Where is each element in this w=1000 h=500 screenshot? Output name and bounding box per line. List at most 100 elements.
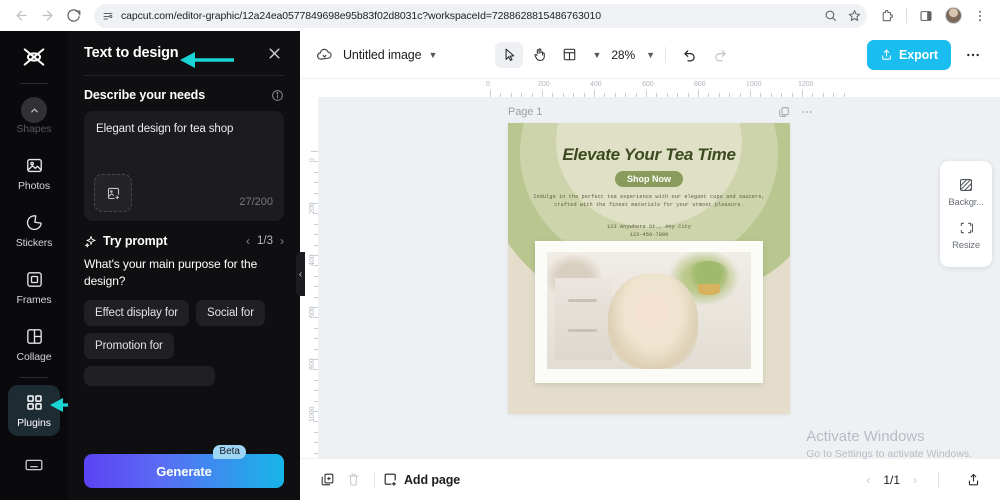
forward-arrow-icon[interactable] [34, 3, 60, 29]
ruler-tick-label: 400 [590, 81, 602, 88]
layout-grid-icon[interactable] [555, 42, 583, 68]
chevron-right-icon[interactable]: › [280, 234, 284, 248]
collage-icon [24, 326, 45, 347]
close-icon[interactable] [264, 43, 284, 63]
star-icon[interactable] [848, 9, 861, 22]
chevron-down-icon[interactable]: ▼ [429, 50, 438, 60]
keyboard-shortcuts-button[interactable] [8, 439, 60, 490]
ruler-tick [562, 93, 564, 97]
browser-actions [873, 4, 992, 28]
design-body-text[interactable]: Indulge in the perfect tea experience wi… [528, 193, 770, 209]
ruler-tick [311, 151, 318, 152]
ruler-tick [314, 390, 318, 392]
prompt-chip-partial[interactable] [84, 366, 215, 387]
cloud-save-icon[interactable] [314, 45, 334, 65]
redo-icon[interactable] [706, 42, 734, 68]
chevron-down-icon[interactable]: ▼ [646, 50, 655, 60]
page-label[interactable]: Page 1 [508, 106, 542, 118]
chevron-left-icon[interactable]: ‹ [866, 473, 870, 487]
prompt-chip[interactable]: Effect display for [84, 300, 190, 327]
hand-icon[interactable] [525, 42, 553, 68]
three-dot-menu-icon[interactable] [968, 4, 992, 28]
page-indicator: 1/1 [883, 472, 900, 487]
generate-area: Beta Generate [84, 445, 284, 488]
sidebar-item-plugins[interactable]: Plugins [8, 384, 60, 436]
design-contact[interactable]: 123 Anywhere St., Any City 123-456-7890 [508, 223, 790, 239]
background-icon [958, 177, 974, 193]
ruler-tick [604, 93, 606, 97]
prompt-chip[interactable]: Promotion for [84, 333, 174, 360]
trash-icon[interactable] [340, 467, 366, 493]
capcut-logo[interactable] [17, 41, 51, 73]
ruler-tick [729, 93, 731, 97]
stage-scroll-area[interactable]: Page 1 Elevate Your Tea Time Shop Now In… [318, 97, 1000, 500]
address-bar[interactable]: capcut.com/editor-graphic/12a24ea0577849… [94, 3, 867, 28]
puzzle-icon[interactable] [875, 4, 899, 28]
ruler-tick [314, 223, 318, 225]
divider [374, 471, 375, 488]
ruler-tick [822, 93, 824, 97]
sidebar-item-collage[interactable]: Collage [8, 319, 60, 370]
site-settings-icon[interactable] [102, 10, 114, 22]
search-zoom-icon[interactable] [824, 9, 837, 22]
ruler-tick [552, 93, 554, 97]
chevron-right-icon[interactable]: › [913, 473, 917, 487]
ruler-tick-label: 400 [309, 254, 316, 266]
prompt-text[interactable]: Elegant design for tea shop [96, 122, 272, 138]
duplicate-icon[interactable] [314, 467, 340, 493]
page-navigation: ‹ 1/1 › [866, 467, 986, 493]
export-button[interactable]: Export [867, 39, 951, 70]
zoom-level[interactable]: 28% [611, 48, 635, 62]
add-page-button[interactable]: Add page [383, 472, 460, 487]
ruler-tick [314, 379, 318, 381]
design-cta-button[interactable]: Shop Now [615, 171, 683, 187]
beta-badge: Beta [213, 445, 246, 459]
ruler-tick [314, 327, 318, 329]
upload-icon[interactable] [960, 467, 986, 493]
duplicate-page-icon[interactable] [778, 106, 790, 118]
sidebar-item-stickers[interactable]: Stickers [8, 205, 60, 256]
design-headline[interactable]: Elevate Your Tea Time [508, 145, 790, 165]
sidebar-item-photos[interactable]: Photos [8, 148, 60, 199]
reload-icon[interactable] [60, 3, 86, 29]
undo-icon[interactable] [676, 42, 704, 68]
sidebar-item-shapes[interactable]: Shapes [8, 91, 60, 142]
ruler-tick-label: 0 [486, 81, 490, 88]
ruler-tick-label: 1200 [798, 81, 814, 88]
ruler-tick [708, 93, 710, 97]
ruler-tick [812, 93, 814, 97]
design-photo-frame[interactable] [535, 241, 763, 383]
design-canvas[interactable]: Elevate Your Tea Time Shop Now Indulge i… [508, 123, 790, 414]
cursor-icon[interactable] [495, 41, 524, 68]
resize-tool[interactable]: Resize [942, 220, 990, 251]
upload-icon [880, 48, 893, 61]
background-tool[interactable]: Backgr... [942, 177, 990, 208]
sidebar-item-frames[interactable]: Frames [8, 262, 60, 313]
document-title[interactable]: Untitled image [343, 48, 422, 62]
ruler-corner [300, 79, 318, 97]
background-tool-label: Backgr... [948, 197, 984, 208]
editor-tools: ▼ 28% ▼ [495, 41, 734, 68]
three-dot-menu-icon[interactable] [960, 42, 986, 68]
chevron-down-icon[interactable]: ▼ [592, 50, 601, 60]
divider [20, 377, 48, 378]
panel-collapse-handle[interactable]: ‹ [296, 252, 305, 296]
ruler-tick [311, 255, 318, 256]
ruler-tick [314, 244, 318, 246]
divider [20, 83, 48, 85]
back-arrow-icon[interactable] [8, 3, 34, 29]
three-dot-menu-icon[interactable] [801, 106, 813, 118]
left-icon-rail: Shapes Photos Stickers Frames Collage Pl… [0, 31, 68, 500]
chevron-up-icon[interactable] [21, 97, 47, 124]
ruler-tick-label: 1000 [309, 406, 316, 422]
info-icon[interactable] [270, 88, 284, 102]
add-image-icon[interactable] [94, 174, 132, 212]
generate-button[interactable]: Generate [84, 454, 284, 488]
chevron-left-icon[interactable]: ‹ [246, 234, 250, 248]
prompt-chip[interactable]: Social for [196, 300, 265, 327]
side-panel-icon[interactable] [914, 4, 938, 28]
profile-avatar[interactable] [941, 4, 965, 28]
ruler-tick [490, 90, 491, 97]
prompt-textarea[interactable]: Elegant design for tea shop 27/200 [84, 111, 284, 221]
ruler-tick [698, 90, 699, 97]
